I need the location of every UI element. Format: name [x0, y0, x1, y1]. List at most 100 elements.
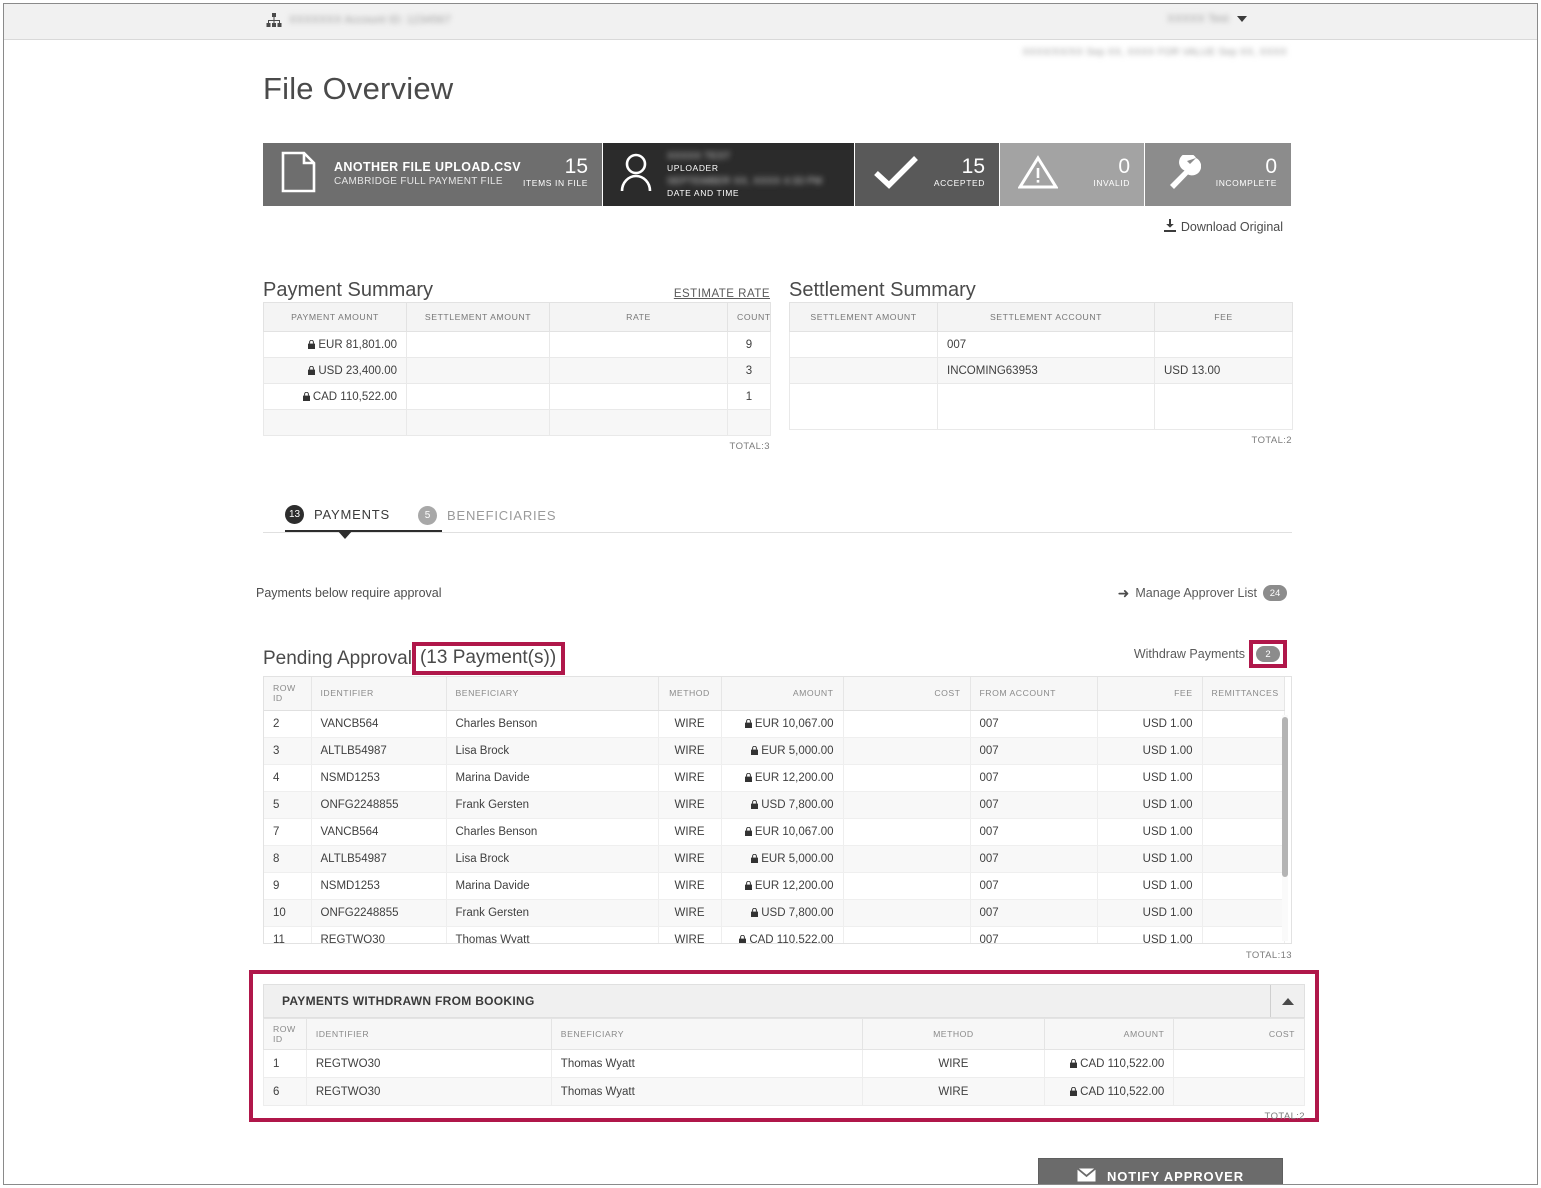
user-avatar-icon — [619, 153, 667, 196]
table-row[interactable]: 5 ONFG2248855 Frank Gersten WIRE USD 7,8… — [264, 791, 1285, 819]
table-header-row: PAYMENT AMOUNT SETTLEMENT AMOUNT RATE CO… — [263, 302, 771, 332]
cell-amount: EUR 10,067.00 — [721, 710, 844, 738]
notify-approver-button[interactable]: NOTIFY APPROVER — [1038, 1158, 1283, 1184]
accepted-count: 15 — [961, 155, 985, 178]
cell-fee: USD 1.00 — [1097, 899, 1203, 927]
cell-amount: EUR 12,200.00 — [721, 872, 844, 900]
cell-row-id: 8 — [264, 845, 312, 873]
cell-cost — [843, 818, 971, 846]
check-icon — [873, 155, 919, 194]
items-in-file-label: ITEMS IN FILE — [523, 178, 588, 188]
table-row[interactable]: 2 VANCB564 Charles Benson WIRE EUR 10,06… — [264, 710, 1285, 738]
table-row[interactable]: 11 REGTWO30 Thomas Wyatt WIRE CAD 110,52… — [264, 926, 1285, 944]
col-settlement-amount: SETTLEMENT AMOUNT — [406, 302, 550, 332]
cell-cost — [843, 737, 971, 765]
cell-identifier: ONFG2248855 — [311, 791, 447, 819]
uploader-name: XXXXX TEST — [667, 150, 731, 162]
lock-icon — [744, 826, 755, 838]
cell-empty — [549, 409, 728, 436]
payment-summary-title: Payment Summary — [263, 279, 434, 301]
cell-row-id: 1 — [263, 1049, 307, 1078]
page-title: File Overview — [263, 71, 454, 106]
table-row: CAD 110,522.00 1 — [263, 383, 771, 410]
col-cost: COST — [843, 677, 971, 711]
cell-fee: USD 13.00 — [1154, 357, 1293, 384]
cell-method: WIRE — [862, 1049, 1045, 1078]
warning-triangle-icon — [1017, 155, 1059, 194]
table-row[interactable]: 9 NSMD1253 Marina Davide WIRE EUR 12,200… — [264, 872, 1285, 900]
amount-value: USD 7,800.00 — [761, 906, 834, 919]
table-row-empty — [789, 383, 1293, 430]
cell-fee: USD 1.00 — [1097, 926, 1203, 943]
amount-value: EUR 5,000.00 — [761, 852, 834, 865]
withdrawn-panel-header: PAYMENTS WITHDRAWN FROM BOOKING — [263, 984, 1305, 1018]
payments-scrollbar-thumb[interactable] — [1282, 717, 1288, 877]
cell-fee: USD 1.00 — [1097, 872, 1203, 900]
org-selector[interactable]: XXXXXXX Account ID: 1234567 — [266, 13, 451, 27]
manage-approver-list-link[interactable]: ➜ Manage Approver List 24 — [1118, 585, 1287, 601]
cell-cost — [843, 872, 971, 900]
cell-cost — [1173, 1077, 1305, 1106]
invalid-count: 0 — [1118, 155, 1130, 178]
table-row[interactable]: 1 REGTWO30 Thomas Wyatt WIRE CAD 110,522… — [263, 1049, 1305, 1078]
withdrawn-panel-total: TOTAL:2 — [1264, 1111, 1305, 1122]
table-row: USD 23,400.00 3 — [263, 357, 771, 384]
cell-fee: USD 1.00 — [1097, 737, 1203, 765]
banner-invalid-card: 0 INVALID — [999, 143, 1145, 206]
cell-count: 1 — [727, 383, 771, 410]
download-original-link[interactable]: Download Original — [1163, 219, 1283, 235]
cell-settlement-amount — [406, 357, 550, 384]
table-row: 007 — [789, 331, 1293, 358]
table-header-row: SETTLEMENT AMOUNT SETTLEMENT ACCOUNT FEE — [789, 302, 1293, 332]
col-row-id: ROW ID — [263, 1018, 307, 1050]
user-name-label: XXXXX Test — [1167, 13, 1229, 25]
lock-icon — [744, 772, 755, 784]
cell-identifier: REGTWO30 — [311, 926, 447, 943]
cell-from-account: 007 — [970, 710, 1098, 738]
invalid-label: INVALID — [1093, 178, 1130, 188]
cell-fee: USD 1.00 — [1097, 764, 1203, 792]
cell-method: WIRE — [658, 872, 722, 900]
amount-value: CAD 110,522.00 — [749, 933, 834, 944]
arrow-right-icon: ➜ — [1117, 585, 1130, 601]
download-icon — [1163, 219, 1176, 235]
lock-icon — [751, 799, 761, 811]
sitemap-icon — [266, 13, 282, 27]
col-rate: RATE — [549, 302, 728, 332]
cell-empty — [789, 383, 938, 430]
table-row[interactable]: 3 ALTLB54987 Lisa Brock WIRE EUR 5,000.0… — [264, 737, 1285, 765]
cell-beneficiary: Frank Gersten — [446, 899, 659, 927]
user-menu[interactable]: XXXXX Test — [1167, 13, 1247, 25]
file-document-icon — [281, 151, 334, 198]
amount-value: USD 7,800.00 — [761, 798, 834, 811]
banner-file-card: ANOTHER FILE UPLOAD.CSV CAMBRIDGE FULL P… — [263, 143, 602, 206]
cell-beneficiary: Frank Gersten — [446, 791, 659, 819]
top-navigation-bar: XXXXXXX Account ID: 1234567 XXXXX Test — [4, 4, 1537, 40]
tab-beneficiaries-label: BENEFICIARIES — [447, 507, 557, 523]
withdraw-payments-control[interactable]: Withdraw Payments 2 — [1134, 640, 1287, 668]
settlement-summary-title: Settlement Summary — [789, 279, 976, 301]
settlement-summary-total: TOTAL:2 — [1251, 435, 1292, 446]
col-count: COUNT — [727, 302, 771, 332]
estimate-rate-link[interactable]: ESTIMATE RATE — [674, 288, 770, 302]
withdrawn-panel-collapse-button[interactable] — [1270, 985, 1304, 1017]
tab-beneficiaries[interactable]: 5 BENEFICIARIES — [418, 498, 556, 532]
tab-active-arrow-icon — [337, 530, 353, 539]
table-row[interactable]: 10 ONFG2248855 Frank Gersten WIRE USD 7,… — [264, 899, 1285, 927]
cell-identifier: ALTLB54987 — [311, 737, 447, 765]
approval-note: Payments below require approval — [256, 586, 442, 600]
pending-approval-heading: Pending Approval (13 Payment(s)) — [263, 642, 566, 675]
cell-settlement-amount — [406, 331, 550, 358]
pending-approval-count-highlight: (13 Payment(s)) — [411, 642, 566, 675]
table-row[interactable]: 4 NSMD1253 Marina Davide WIRE EUR 12,200… — [264, 764, 1285, 792]
cell-cost — [843, 845, 971, 873]
withdrawn-panel-title: PAYMENTS WITHDRAWN FROM BOOKING — [282, 994, 535, 1008]
payment-amount-value: USD 23,400.00 — [318, 364, 397, 377]
table-row[interactable]: 6 REGTWO30 Thomas Wyatt WIRE CAD 110,522… — [263, 1077, 1305, 1106]
cell-method: WIRE — [658, 818, 722, 846]
cell-identifier: ONFG2248855 — [311, 899, 447, 927]
payments-withdrawn-panel: PAYMENTS WITHDRAWN FROM BOOKING ROW ID I… — [249, 970, 1319, 1122]
col-identifier: IDENTIFIER — [305, 1018, 552, 1050]
table-row[interactable]: 8 ALTLB54987 Lisa Brock WIRE EUR 5,000.0… — [264, 845, 1285, 873]
table-row[interactable]: 7 VANCB564 Charles Benson WIRE EUR 10,06… — [264, 818, 1285, 846]
